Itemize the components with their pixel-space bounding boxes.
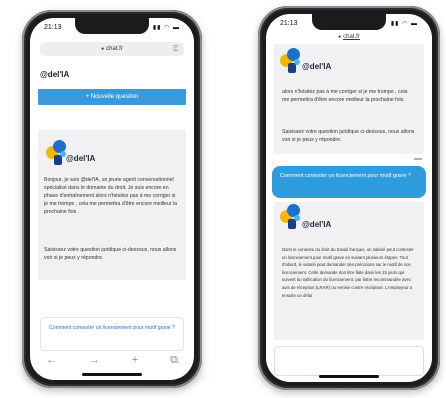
page-title: @del'IA: [40, 70, 70, 79]
bot-name: @del'IA: [66, 154, 96, 163]
bot-name: @del'IA: [302, 62, 332, 71]
forward-arrow-icon[interactable]: →: [89, 354, 100, 366]
bot-answer-text: Dans le contexte du droit du travail fra…: [282, 247, 414, 298]
bot-message-card: @del'IA Bonjour, je suis @del'IA, un jeu…: [38, 130, 186, 280]
lock-icon: ●: [101, 46, 105, 52]
bot-intro-continued: alors n'hésitez pas à me corriger si je …: [282, 89, 408, 103]
new-tab-plus-icon[interactable]: +: [132, 354, 138, 366]
new-question-button[interactable]: + Nouvelle question: [38, 89, 186, 105]
bot-message-card-top: @del'IA alors n'hésitez pas à me corrige…: [274, 44, 424, 154]
phone-left-screen: 21:13 ▮▮ ◠ ▬ ● chat.fr ⍐ @del'IA + Nouve…: [30, 18, 194, 380]
address-bar[interactable]: ● chat.fr ⍐: [40, 42, 184, 56]
bot-name: @del'IA: [302, 220, 332, 229]
status-icons: ▮▮ ◠ ▬: [390, 20, 418, 27]
question-input[interactable]: [274, 346, 424, 376]
url-text: chat.fr: [106, 46, 123, 52]
back-arrow-icon[interactable]: ←: [46, 354, 57, 366]
delia-logo-icon: [280, 48, 304, 74]
home-indicator: [82, 373, 142, 376]
browser-toolbar: ← → + ⧉: [30, 352, 194, 368]
status-time: 21:13: [44, 23, 62, 31]
share-icon[interactable]: ⍐: [173, 44, 178, 54]
status-time: 21:13: [280, 19, 298, 27]
question-input-text: Comment contester un licenciement pour m…: [49, 325, 175, 331]
notch: [312, 14, 386, 30]
phone-right-screen: 21:13 ▮▮ ◠ ▬ ● chat.fr @del'IA alors n'h…: [266, 14, 432, 382]
user-message-bubble: Comment contester un licenciement pour m…: [272, 166, 426, 198]
address-bar[interactable]: ● chat.fr: [276, 32, 422, 42]
bot-prompt-text: Saisissez votre question juridique ci-de…: [282, 129, 415, 143]
phone-right: 21:13 ▮▮ ◠ ▬ ● chat.fr @del'IA alors n'h…: [258, 6, 440, 390]
user-question-text: Comment contester un licenciement pour m…: [280, 173, 411, 179]
scroll-marker: [414, 158, 422, 160]
question-input[interactable]: Comment contester un licenciement pour m…: [40, 317, 184, 351]
status-icons: ▮▮ ◠ ▬: [152, 24, 180, 31]
url-text: chat.fr: [343, 34, 360, 40]
phone-left: 21:13 ▮▮ ◠ ▬ ● chat.fr ⍐ @del'IA + Nouve…: [22, 10, 202, 388]
bot-answer-card: @del'IA Dans le contexte du droit du tra…: [274, 202, 424, 340]
notch: [75, 18, 149, 34]
home-indicator: [319, 375, 379, 378]
delia-logo-icon: [280, 204, 304, 230]
lock-icon: ●: [338, 34, 342, 40]
bot-prompt-text: Saisissez votre question juridique ci-de…: [44, 247, 177, 261]
bot-intro-text: Bonjour, je suis @del'IA, un jeune agent…: [44, 177, 178, 215]
tabs-icon[interactable]: ⧉: [170, 354, 178, 367]
